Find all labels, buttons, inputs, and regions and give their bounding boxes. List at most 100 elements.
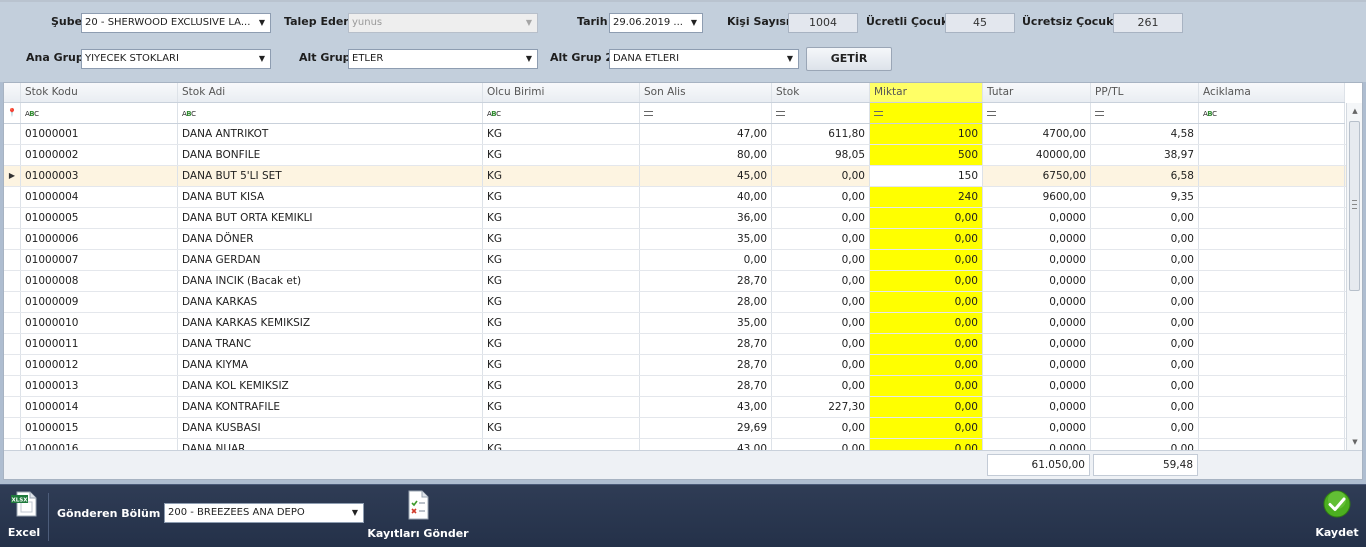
cell-aciklama[interactable] — [1199, 292, 1345, 312]
row-indicator[interactable] — [4, 250, 21, 270]
row-indicator[interactable] — [4, 229, 21, 249]
filter-aciklama[interactable]: ABC — [1199, 103, 1345, 123]
col-header-stok[interactable]: Stok — [772, 83, 870, 102]
row-indicator[interactable] — [4, 271, 21, 291]
cell-miktar[interactable]: 0,00 — [870, 313, 983, 333]
alt-grup-select[interactable]: ETLER ▼ — [348, 49, 538, 69]
filter-tutar[interactable] — [983, 103, 1091, 123]
table-row[interactable]: 01000013 DANA KOL KEMIKSIZ KG 28,70 0,00 0,00… — [4, 376, 1346, 397]
cell-miktar[interactable]: 0,00 — [870, 208, 983, 228]
table-row[interactable]: 01000004 DANA BUT KISA KG 40,00 0,00 240 9600,… — [4, 187, 1346, 208]
col-header-aciklama[interactable]: Aciklama — [1199, 83, 1345, 102]
cell-aciklama[interactable] — [1199, 187, 1345, 207]
row-indicator[interactable] — [4, 355, 21, 375]
kayitlari-gonder-button[interactable]: Kayıtları Gönder — [366, 489, 470, 543]
cell-miktar[interactable]: 0,00 — [870, 376, 983, 396]
cell-aciklama[interactable] — [1199, 271, 1345, 291]
sube-select[interactable]: 20 - SHERWOOD EXCLUSIVE LA... ▼ — [81, 13, 271, 33]
table-row[interactable]: 01000002 DANA BONFILE KG 80,00 98,05 500 40000… — [4, 145, 1346, 166]
col-header-miktar[interactable]: Miktar — [870, 83, 983, 102]
table-row[interactable]: 01000015 DANA KUSBASI KG 29,69 0,00 0,00 0,000… — [4, 418, 1346, 439]
row-indicator[interactable] — [4, 418, 21, 438]
cell-aciklama[interactable] — [1199, 355, 1345, 375]
row-indicator[interactable] — [4, 124, 21, 144]
table-row[interactable]: 01000001 DANA ANTRIKOT KG 47,00 611,80 100 470… — [4, 124, 1346, 145]
cell-miktar[interactable]: 0,00 — [870, 418, 983, 438]
filter-stok[interactable] — [772, 103, 870, 123]
row-indicator[interactable] — [4, 145, 21, 165]
chevron-down-icon[interactable]: ▼ — [686, 14, 702, 32]
chevron-down-icon[interactable]: ▼ — [347, 504, 363, 522]
scroll-down-icon[interactable]: ▼ — [1347, 434, 1362, 450]
table-row[interactable]: 01000014 DANA KONTRAFILE KG 43,00 227,30 0,00… — [4, 397, 1346, 418]
col-header-stok-adi[interactable]: Stok Adi — [178, 83, 483, 102]
filter-pp-tl[interactable] — [1091, 103, 1199, 123]
cell-miktar[interactable]: 0,00 — [870, 397, 983, 417]
kaydet-button[interactable]: Kaydet — [1310, 489, 1364, 543]
gonderen-bolum-select[interactable]: 200 - BREEZEES ANA DEPO ▼ — [164, 503, 364, 523]
chevron-down-icon[interactable]: ▼ — [254, 14, 270, 32]
table-row[interactable]: 01000008 DANA INCIK (Bacak et) KG 28,70 0,00… — [4, 271, 1346, 292]
table-row[interactable]: ▶ 01000003 DANA BUT 5'LI SET KG 45,00 0,00 150… — [4, 166, 1346, 187]
cell-miktar[interactable]: 0,00 — [870, 271, 983, 291]
chevron-down-icon[interactable]: ▼ — [521, 50, 537, 68]
cell-aciklama[interactable] — [1199, 124, 1345, 144]
table-row[interactable]: 01000012 DANA KIYMA KG 28,70 0,00 0,00 0,0000 0… — [4, 355, 1346, 376]
filter-stok-adi[interactable]: ABC — [178, 103, 483, 123]
row-indicator[interactable] — [4, 439, 21, 450]
table-row[interactable]: 01000009 DANA KARKAS KG 28,00 0,00 0,00 0,0000… — [4, 292, 1346, 313]
cell-miktar[interactable]: 0,00 — [870, 355, 983, 375]
cell-aciklama[interactable] — [1199, 313, 1345, 333]
cell-aciklama[interactable] — [1199, 229, 1345, 249]
cell-miktar[interactable]: 0,00 — [870, 334, 983, 354]
table-row[interactable]: 01000006 DANA DÖNER KG 35,00 0,00 0,00 0,0000 0… — [4, 229, 1346, 250]
row-indicator[interactable] — [4, 292, 21, 312]
cell-aciklama[interactable] — [1199, 418, 1345, 438]
row-indicator[interactable] — [4, 376, 21, 396]
row-indicator[interactable] — [4, 334, 21, 354]
col-header-son-alis[interactable]: Son Alis — [640, 83, 772, 102]
filter-miktar[interactable] — [870, 103, 983, 123]
table-row[interactable]: 01000005 DANA BUT ORTA KEMIKLI KG 36,00 0,00… — [4, 208, 1346, 229]
scroll-up-icon[interactable]: ▲ — [1347, 103, 1362, 119]
cell-aciklama[interactable] — [1199, 376, 1345, 396]
getir-button[interactable]: GETİR — [806, 47, 892, 71]
col-header-pp-tl[interactable]: PP/TL — [1091, 83, 1199, 102]
table-row[interactable]: 01000007 DANA GERDAN KG 0,00 0,00 0,00 0,0000 0… — [4, 250, 1346, 271]
cell-miktar[interactable]: 0,00 — [870, 292, 983, 312]
cell-aciklama[interactable] — [1199, 334, 1345, 354]
scrollbar-thumb[interactable] — [1349, 121, 1360, 291]
filter-stok-kodu[interactable]: ABC — [21, 103, 178, 123]
cell-aciklama[interactable] — [1199, 250, 1345, 270]
cell-miktar[interactable]: 240 — [870, 187, 983, 207]
row-indicator[interactable] — [4, 313, 21, 333]
cell-aciklama[interactable] — [1199, 166, 1345, 186]
row-indicator-icon[interactable]: ▶ — [4, 166, 21, 186]
alt-grup2-select[interactable]: DANA ETLERI ▼ — [609, 49, 799, 69]
col-header-stok-kodu[interactable]: Stok Kodu — [21, 83, 178, 102]
cell-miktar[interactable]: 500 — [870, 145, 983, 165]
row-indicator[interactable] — [4, 187, 21, 207]
filter-son-alis[interactable] — [640, 103, 772, 123]
table-row[interactable]: 01000016 DANA NUAR KG 43,00 0,00 0,00 0,0000 0,… — [4, 439, 1346, 450]
cell-aciklama[interactable] — [1199, 145, 1345, 165]
tarih-date-picker[interactable]: 29.06.2019 ... ▼ — [609, 13, 703, 33]
ana-grup-select[interactable]: YIYECEK STOKLARI ▼ — [81, 49, 271, 69]
col-header-tutar[interactable]: Tutar — [983, 83, 1091, 102]
row-indicator[interactable] — [4, 208, 21, 228]
cell-miktar[interactable]: 0,00 — [870, 439, 983, 450]
table-row[interactable]: 01000010 DANA KARKAS KEMIKSIZ KG 35,00 0,00 0… — [4, 313, 1346, 334]
cell-aciklama[interactable] — [1199, 439, 1345, 450]
chevron-down-icon[interactable]: ▼ — [782, 50, 798, 68]
cell-miktar[interactable]: 100 — [870, 124, 983, 144]
cell-aciklama[interactable] — [1199, 208, 1345, 228]
row-indicator[interactable] — [4, 397, 21, 417]
filter-olcu-birimi[interactable]: ABC — [483, 103, 640, 123]
excel-button[interactable]: XLSX Excel — [4, 489, 44, 543]
chevron-down-icon[interactable]: ▼ — [254, 50, 270, 68]
cell-miktar[interactable]: 0,00 — [870, 250, 983, 270]
col-header-olcu-birimi[interactable]: Olcu Birimi — [483, 83, 640, 102]
cell-miktar[interactable]: 0,00 — [870, 229, 983, 249]
table-row[interactable]: 01000011 DANA TRANC KG 28,70 0,00 0,00 0,0000 0… — [4, 334, 1346, 355]
cell-aciklama[interactable] — [1199, 397, 1345, 417]
